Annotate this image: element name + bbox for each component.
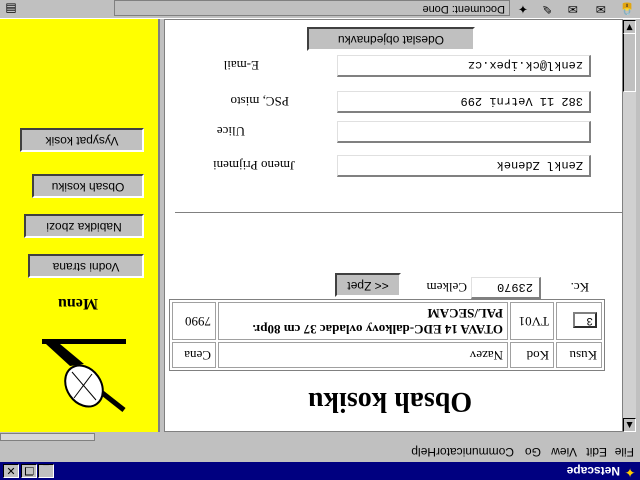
cart-table: Kusu Kod Nazev Cena TV01 OTAVA 14 EDC-da…	[169, 299, 605, 371]
header-cell-price: Cena	[172, 342, 216, 368]
email-label: E-mail	[223, 58, 259, 73]
scroll-thumb[interactable]	[623, 32, 636, 92]
total-field: 23970	[471, 277, 541, 299]
netscape-logo-icon: ✦	[624, 464, 636, 479]
component-bar-icon[interactable]: ✉	[592, 2, 610, 16]
total-label: Celkem	[426, 280, 467, 295]
table-row: TV01 OTAVA 14 EDC-dalkovy ovladac 37 cm …	[172, 302, 602, 340]
price-cell: 7990	[172, 302, 216, 340]
city-label: PSC, misto	[230, 94, 289, 109]
menu-go[interactable]: Go	[525, 445, 541, 459]
security-lock-icon: 🔒	[619, 2, 635, 16]
code-cell: TV01	[510, 302, 554, 340]
composer-icon[interactable]: ✎	[538, 2, 556, 16]
mail-icon[interactable]: ✉	[564, 2, 582, 16]
header-cell-name: Nazev	[218, 342, 508, 368]
nav-cart-button[interactable]: Obsah kosiku	[32, 174, 144, 198]
frame-tabs[interactable]	[0, 433, 95, 441]
nav-menu-frame: Menu Vodni strana Nabidka zbozi Obsah ko…	[0, 19, 160, 432]
page-title: Obsah kosiku	[307, 386, 473, 417]
title-bar: ✦ Netscape _ ❐ ✕	[0, 462, 640, 480]
qty-cell	[556, 302, 602, 340]
nav-products-button[interactable]: Nabidka zbozi	[24, 214, 144, 238]
scroll-down-icon[interactable]: ▲	[623, 418, 636, 432]
status-bar: 🔒 ✉ ✉ ✎ ✦ Document: Done ▤	[0, 0, 640, 19]
browser-window: ✦ Netscape _ ❐ ✕ File Edit View Go Commu…	[0, 0, 640, 480]
street-field[interactable]	[337, 121, 591, 143]
menu-file[interactable]: File	[615, 445, 634, 459]
name-cell: OTAVA 14 EDC-dalkovy ovladac 37 cm 80pr.…	[218, 302, 508, 340]
name-label: Jmeno Prijmeni	[213, 158, 295, 173]
nav-home-button[interactable]: Vodni strana	[28, 254, 144, 278]
window-title: Netscape	[566, 464, 620, 478]
scroll-up-icon[interactable]: ▼	[623, 20, 636, 34]
frame-scroll-strip	[0, 432, 640, 442]
status-text: Document: Done	[114, 0, 510, 16]
table-header-row: Kusu Kod Nazev Cena	[172, 342, 602, 368]
menu-edit[interactable]: Edit	[586, 445, 607, 459]
content-frame: Obsah kosiku Kusu Kod Nazev Cena TV01 OT…	[164, 19, 636, 432]
document-icon: ▤	[5, 2, 17, 16]
satellite-dish-icon	[42, 339, 126, 412]
menu-bar: File Edit View Go Communicator Help	[0, 441, 640, 462]
city-field[interactable]: 382 11 Vetrni 299	[337, 91, 591, 113]
netscape-status-icon: ✦	[517, 2, 529, 16]
close-button[interactable]: ✕	[3, 464, 19, 478]
divider	[175, 211, 625, 213]
header-cell-qty: Kusu	[556, 342, 602, 368]
submit-order-button[interactable]: Odeslat objednavku	[307, 27, 475, 51]
menu-view[interactable]: View	[551, 445, 577, 459]
minimize-button[interactable]: _	[38, 464, 54, 478]
menu-help[interactable]: Help	[411, 445, 436, 459]
quantity-input[interactable]	[573, 312, 597, 328]
vertical-scrollbar[interactable]: ▲ ▼	[622, 19, 636, 432]
name-field[interactable]: Zenkl Zdenek	[337, 155, 591, 177]
menu-communicator[interactable]: Communicator	[436, 445, 514, 459]
header-cell-code: Kod	[510, 342, 554, 368]
back-button[interactable]: << Zpet	[335, 273, 401, 297]
currency-label: Kc.	[570, 280, 589, 295]
maximize-button[interactable]: ❐	[21, 464, 37, 478]
nav-empty-cart-button[interactable]: Vysypat kosik	[20, 128, 144, 152]
email-field[interactable]: zenkl@ck.ipex.cz	[337, 55, 591, 77]
menu-title: Menu	[58, 295, 98, 312]
street-label: Ulice	[216, 124, 245, 139]
